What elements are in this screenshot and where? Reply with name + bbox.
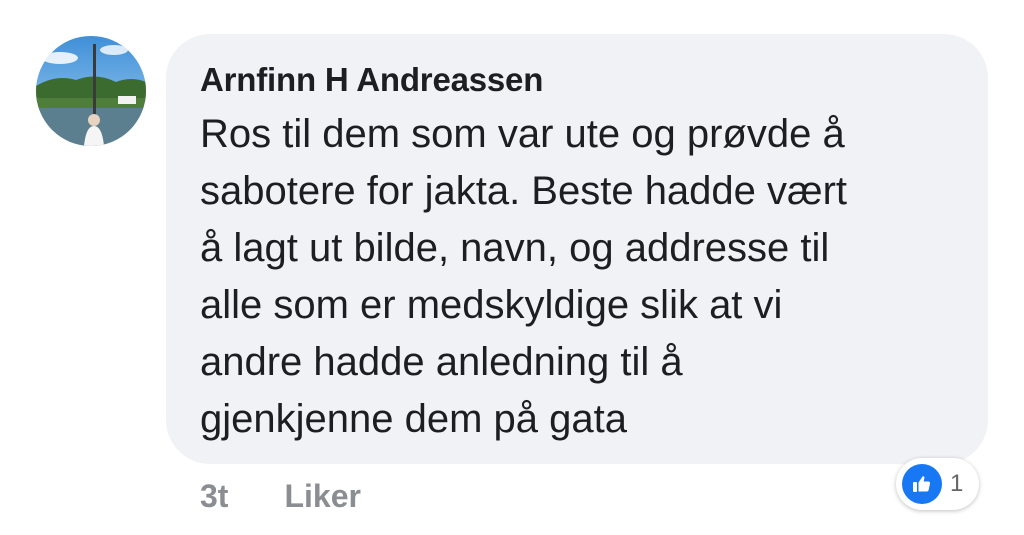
reaction-summary[interactable]: 1 (896, 458, 980, 510)
comment-text-line: å lagt ut bilde, navn, og addresse til (200, 226, 830, 270)
reaction-count: 1 (950, 470, 964, 497)
avatar[interactable] (36, 36, 146, 146)
comment-text-line: Ros til dem som var ute og prøvde å (200, 112, 845, 156)
like-button[interactable]: Liker (284, 478, 360, 515)
comment-timestamp[interactable]: 3t (200, 478, 228, 515)
comment-text-line: sabotere for jakta. Beste hadde vært (200, 169, 848, 213)
comment-text-line: gjenkjenne dem på gata (200, 397, 627, 441)
comment-actions: 3t Liker (200, 478, 361, 515)
comment-bubble: Arnfinn H Andreassen Ros til dem som var… (166, 34, 988, 464)
comment-author[interactable]: Arnfinn H Andreassen (200, 60, 954, 100)
comment-text: Ros til dem som var ute og prøvde å sabo… (200, 106, 940, 448)
comment-text-line: alle som er medskyldige slik at vi (200, 283, 783, 327)
comment-text-line: andre hadde anledning til å (200, 340, 683, 384)
thumbs-up-icon (902, 464, 942, 504)
